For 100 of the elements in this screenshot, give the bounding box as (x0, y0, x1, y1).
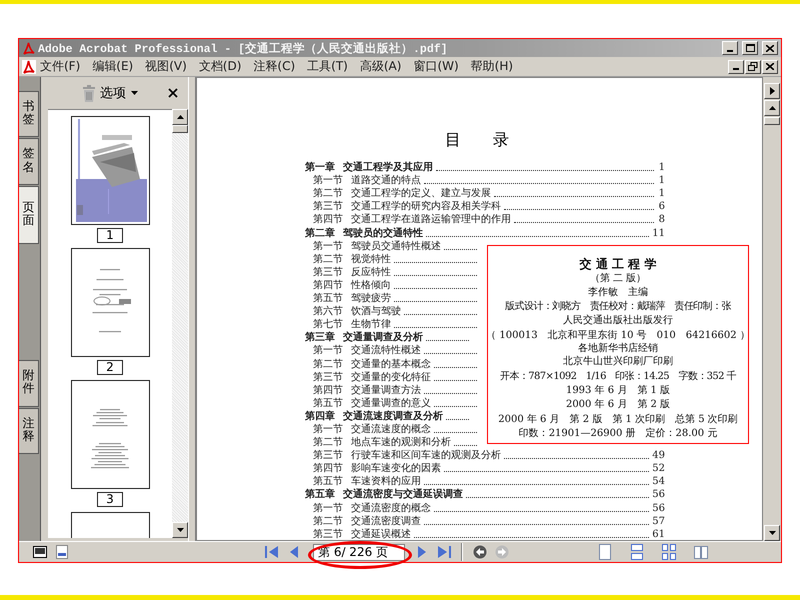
page-number: 56 (652, 502, 665, 515)
side-tab[interactable]: 附件 (19, 360, 39, 406)
toc-number: 第二节 (313, 188, 344, 200)
toc-title: 交通工程学及其应用 (343, 162, 433, 174)
toc-title: 驾驶疲劳 (351, 293, 391, 306)
continuous-view-icon (631, 544, 643, 560)
two-page-view-icon (694, 544, 708, 560)
toc-number: 第四节 (313, 280, 344, 292)
menu-item[interactable]: 编辑(E) (86, 58, 140, 75)
scroll-up-button[interactable] (764, 100, 780, 116)
toc-number: 第六节 (313, 306, 344, 318)
toc-number: 第七节 (313, 319, 344, 331)
dot-leader (444, 248, 477, 250)
page-thumbnail[interactable] (70, 248, 150, 357)
copyright-text: 2000 年 6 月 第 2 版 (566, 398, 670, 412)
splitter[interactable] (188, 77, 196, 541)
page-thumbnail[interactable] (70, 380, 150, 489)
toc-number: 第一节 (313, 502, 344, 515)
menu-item[interactable]: 文档(D) (192, 58, 248, 75)
toc-number: 第五节 (313, 398, 344, 410)
toc-title: 交通工程学的研究内容及相关学科 (351, 201, 501, 214)
side-tab[interactable]: 注释 (19, 408, 39, 454)
dot-leader (454, 445, 477, 446)
toc-title: 生物节律 (351, 319, 391, 331)
page-number-label: 2 (97, 360, 123, 375)
pdf-icon[interactable] (22, 60, 36, 74)
toc-title: 交通流密度调查 (351, 516, 421, 528)
toc-number: 第三节 (313, 372, 344, 384)
copyright-text: 印数：21901—26900 册 定价：28.00 元 (518, 427, 718, 442)
close-icon (766, 44, 774, 52)
minimize-icon (733, 68, 739, 70)
page-number: 11 (652, 228, 665, 240)
dot-leader (426, 340, 469, 342)
toc-number: 第一节 (313, 424, 344, 436)
toc-number: 第五节 (313, 293, 344, 306)
toc-title: 交通工程学的定义、建立与发展 (351, 188, 491, 200)
pdf-icon (22, 42, 35, 54)
forward-icon (495, 545, 509, 559)
toc-title: 行驶车速和区间车速的观测及分析 (351, 450, 501, 462)
page-number: 6 (658, 201, 665, 214)
caret-icon (131, 91, 138, 95)
options-button[interactable]: 选项 (100, 84, 138, 102)
menu-item[interactable]: 视图(V) (139, 58, 193, 75)
scrollbar[interactable] (172, 109, 188, 538)
close-icon (168, 88, 178, 98)
menu-item[interactable]: 窗口(W) (407, 58, 465, 75)
scroll-down-button[interactable] (172, 522, 188, 538)
page-number: 57 (652, 516, 665, 528)
toc-number: 第三节 (313, 201, 344, 214)
page-number: 1 (658, 175, 665, 188)
copyright-text: 人民交通出版社出版发行 (563, 314, 673, 328)
side-tab[interactable]: 书签 (19, 91, 39, 138)
close-icon (766, 63, 774, 70)
up-arrow-icon (768, 106, 776, 110)
dot-leader (434, 380, 477, 381)
maximize-button[interactable] (742, 41, 758, 55)
toc-title: 交通流特性概述 (351, 345, 421, 358)
previous-page-icon (289, 545, 299, 559)
panel-toggle-button[interactable] (764, 83, 780, 99)
up-arrow-icon (176, 115, 184, 119)
dot-leader (424, 392, 477, 394)
minimize-button[interactable] (728, 60, 744, 74)
copyright-text: 各地新华书店经销 (578, 343, 658, 356)
page-number-label: 1 (97, 228, 123, 243)
restore-icon (748, 62, 758, 71)
dot-leader (446, 418, 469, 420)
restore-button[interactable] (745, 60, 761, 74)
menu-item[interactable]: 帮助(H) (464, 58, 520, 75)
window-title: Adobe Acrobat Professional - [交通工程学（人民交通出版社）.pdf] (38, 41, 449, 56)
toc-number: 第五章 (305, 489, 336, 502)
toc-number: 第三节 (313, 266, 344, 279)
scrollbar-thumb[interactable] (172, 125, 188, 133)
side-tab[interactable]: 签名 (19, 138, 39, 185)
close-button[interactable] (168, 88, 178, 98)
scroll-down-button[interactable] (764, 525, 780, 541)
side-tab[interactable]: 页面 (19, 186, 39, 244)
toc-title: 交通量调查方法 (351, 384, 421, 397)
toc-number: 第二章 (305, 228, 336, 240)
toc-title: 交通量调查的意义 (351, 398, 431, 410)
toc-title: 反应特性 (351, 266, 391, 279)
scroll-up-button[interactable] (172, 109, 188, 125)
copyright-text: 李作敏 主编 (588, 286, 648, 300)
toc-title: 影响车速变化的因素 (351, 463, 441, 476)
toc-title: 交通量调查及分析 (343, 332, 423, 344)
toc-title: 交通流速度调查及分析 (343, 410, 443, 423)
toc-heading: 目 录 (445, 130, 509, 151)
maximize-icon (746, 44, 754, 52)
minimize-button[interactable] (722, 41, 738, 55)
copyright-text: 1993 年 6 月 第 1 版 (566, 384, 670, 398)
menu-item[interactable]: 文件(F) (36, 58, 86, 75)
toc-number: 第三节 (313, 450, 344, 462)
toc-number: 第四章 (305, 410, 336, 423)
page-number: 52 (652, 463, 665, 476)
dot-leader (434, 406, 477, 407)
toc-title: 驾驶员的交通特性 (343, 228, 423, 240)
menu-item[interactable]: 工具(T) (301, 58, 354, 75)
toc-number: 第三节 (313, 528, 344, 540)
scrollbar-thumb[interactable] (764, 117, 780, 125)
menu-item[interactable]: 高级(A) (354, 58, 408, 75)
menu-item[interactable]: 注释(C) (247, 58, 302, 75)
